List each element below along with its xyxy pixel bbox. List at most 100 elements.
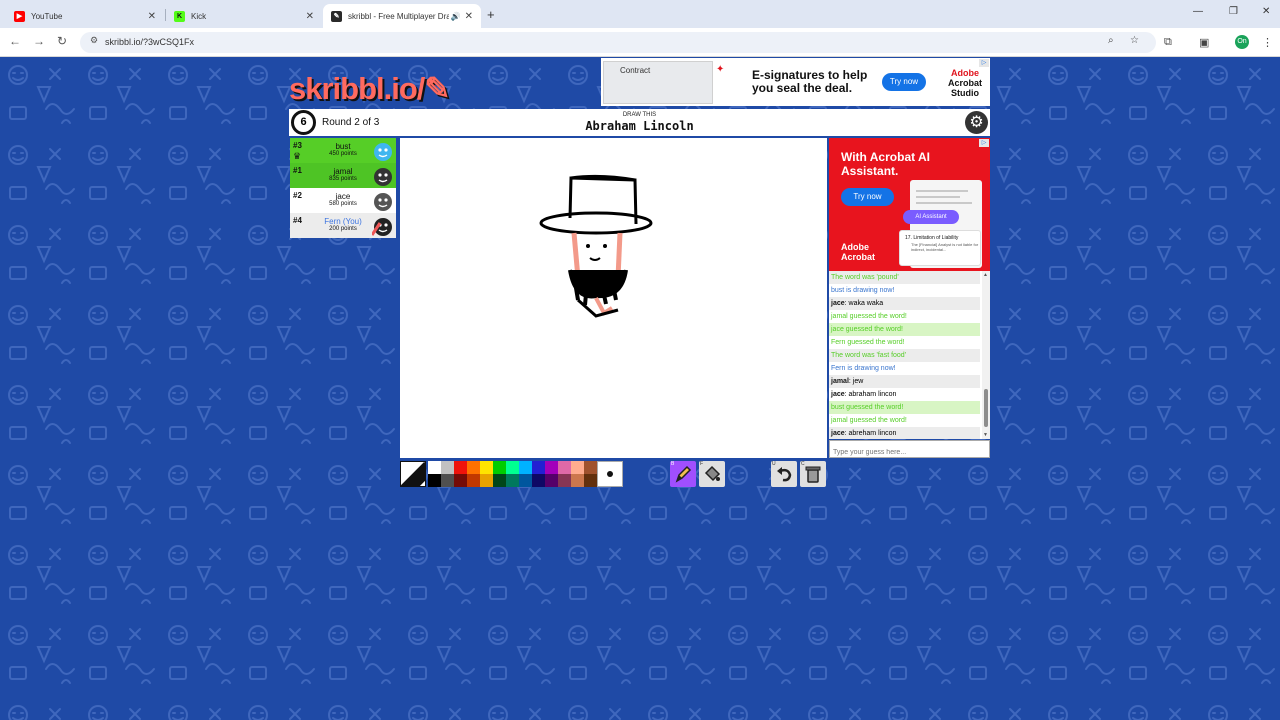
speaker-icon[interactable]: 🔊 — [451, 12, 461, 21]
side-panel-icon[interactable]: ▣ — [1199, 36, 1209, 49]
chat-message: Fern is drawing now! — [829, 362, 980, 375]
ad-ai-pill: AI Assistant — [903, 210, 959, 224]
fill-tool-button[interactable]: F — [699, 461, 725, 487]
chat-text: jace guessed the word! — [831, 326, 903, 333]
player-row[interactable]: #3 ♛ bust 450 points — [290, 138, 396, 163]
guess-input[interactable] — [830, 444, 989, 461]
player-row[interactable]: #2 jace 580 points — [290, 188, 396, 213]
color-swatch[interactable] — [493, 461, 506, 474]
brand-line: Acrobat — [947, 78, 982, 88]
address-bar[interactable]: ⚙ skribbl.io/?3wCSQ1Fx ⌕ ☆ — [80, 32, 1156, 53]
scroll-up-icon[interactable]: ▲ — [983, 272, 988, 278]
new-tab-icon[interactable]: + — [487, 7, 495, 22]
undo-icon — [777, 467, 792, 482]
close-tab-icon[interactable]: ✕ — [306, 11, 314, 22]
color-swatch[interactable] — [545, 461, 558, 474]
site-info-icon[interactable]: ⚙ — [90, 35, 98, 46]
tab-kick[interactable]: K Kick ✕ — [166, 4, 322, 28]
player-avatar-icon — [372, 218, 392, 236]
chat-text: abraham lincon — [848, 391, 897, 398]
clear-canvas-button[interactable]: C — [800, 461, 826, 487]
color-swatch[interactable] — [428, 461, 441, 474]
profile-avatar[interactable]: On — [1235, 35, 1249, 49]
color-swatch[interactable] — [506, 474, 519, 487]
pen-tool-button[interactable]: B — [670, 461, 696, 487]
color-swatch[interactable] — [441, 474, 454, 487]
drawing-canvas[interactable] — [400, 138, 827, 458]
player-row[interactable]: #4 Fern (You) 200 points — [290, 213, 396, 238]
top-banner-ad[interactable]: Contract ✦ E-signatures to help you seal… — [601, 58, 990, 106]
ad-product-image: Contract — [603, 61, 713, 104]
player-name: jace — [335, 192, 351, 201]
color-swatch[interactable] — [441, 461, 454, 474]
logo-pencil-icon: ✎ — [424, 71, 450, 106]
chat-message: jace guessed the word! — [829, 323, 980, 336]
player-avatar-icon — [374, 168, 392, 186]
color-swatch[interactable] — [454, 461, 467, 474]
player-rank: #1 — [293, 166, 302, 175]
chat-text: Fern is drawing now! — [831, 365, 896, 372]
color-swatch[interactable] — [558, 474, 571, 487]
zoom-icon[interactable]: ⌕ — [1108, 35, 1114, 46]
color-swatch[interactable] — [584, 474, 597, 487]
settings-gear-icon[interactable]: ⚙ — [965, 111, 988, 134]
close-tab-icon[interactable]: ✕ — [148, 11, 156, 22]
current-color-swatch[interactable] — [400, 461, 426, 487]
chat-author: jamal — [831, 378, 849, 385]
side-banner-ad[interactable]: With Acrobat AI Assistant. Try now AI As… — [829, 138, 990, 271]
color-swatch[interactable] — [467, 474, 480, 487]
scroll-down-icon[interactable]: ▼ — [983, 432, 988, 438]
chat-message: jace: abraham lincon — [831, 391, 897, 398]
color-swatch[interactable] — [584, 461, 597, 474]
forward-icon[interactable]: → — [33, 34, 45, 48]
minimize-icon[interactable]: — — [1193, 6, 1203, 17]
color-swatch[interactable] — [480, 461, 493, 474]
color-swatch[interactable] — [480, 474, 493, 487]
chat-message: jace: waka waka — [829, 297, 980, 310]
color-swatch[interactable] — [506, 461, 519, 474]
close-window-icon[interactable]: ✕ — [1262, 6, 1270, 17]
color-swatch[interactable] — [519, 461, 532, 474]
tab-skribbl[interactable]: ✎ skribbl - Free Multiplayer Drawing 🔊 ✕ — [323, 4, 481, 28]
close-tab-icon[interactable]: ✕ — [465, 11, 473, 22]
chat-message: jamal guessed the word! — [829, 414, 980, 427]
adchoices-icon[interactable]: ▷ — [979, 59, 989, 67]
color-swatch[interactable] — [467, 461, 480, 474]
chat-text: The word was 'pound' — [831, 274, 899, 281]
color-swatch[interactable] — [571, 461, 584, 474]
ad-try-now-button[interactable]: Try now — [841, 188, 894, 206]
color-swatch[interactable] — [558, 461, 571, 474]
chat-scrollbar[interactable]: ▲ ▼ — [982, 271, 990, 439]
player-list: #3 ♛ bust 450 points #1 jamal 835 points #2 jace… — [290, 138, 396, 238]
maximize-icon[interactable]: ❐ — [1229, 6, 1238, 17]
chat-text: The word was 'fast food' — [831, 352, 907, 359]
color-swatch[interactable] — [545, 474, 558, 487]
color-swatch[interactable] — [454, 474, 467, 487]
back-icon[interactable]: ← — [9, 34, 21, 48]
player-points: 835 points — [329, 176, 357, 182]
bookmark-star-icon[interactable]: ☆ — [1130, 35, 1139, 46]
menu-icon[interactable]: ⋮ — [1262, 36, 1273, 49]
color-swatch[interactable] — [428, 474, 441, 487]
player-points: 450 points — [329, 151, 357, 157]
ad-brand: Adobe Acrobat Studio — [942, 68, 988, 98]
tab-youtube[interactable]: ▶ YouTube ✕ — [6, 4, 164, 28]
color-swatch[interactable] — [571, 474, 584, 487]
extensions-icon[interactable]: ⧉ — [1164, 36, 1172, 49]
chat-message: jamal: jew — [829, 375, 980, 388]
tab-title: skribbl - Free Multiplayer Drawing — [348, 11, 449, 21]
url-text: skribbl.io/?3wCSQ1Fx — [105, 37, 195, 47]
player-row[interactable]: #1 jamal 835 points — [290, 163, 396, 188]
ad-try-now-button[interactable]: Try now — [882, 73, 926, 91]
color-swatch[interactable] — [493, 474, 506, 487]
color-swatch[interactable] — [532, 461, 545, 474]
color-swatch[interactable] — [532, 474, 545, 487]
reload-icon[interactable]: ↻ — [57, 34, 67, 48]
scroll-thumb[interactable] — [984, 389, 988, 427]
brush-size-button[interactable] — [597, 461, 623, 487]
adchoices-icon[interactable]: ▷ — [979, 139, 989, 147]
undo-button[interactable]: U — [771, 461, 797, 487]
word-to-draw: Abraham Lincoln — [585, 119, 694, 133]
color-swatch[interactable] — [519, 474, 532, 487]
fill-bucket-icon — [704, 465, 721, 482]
